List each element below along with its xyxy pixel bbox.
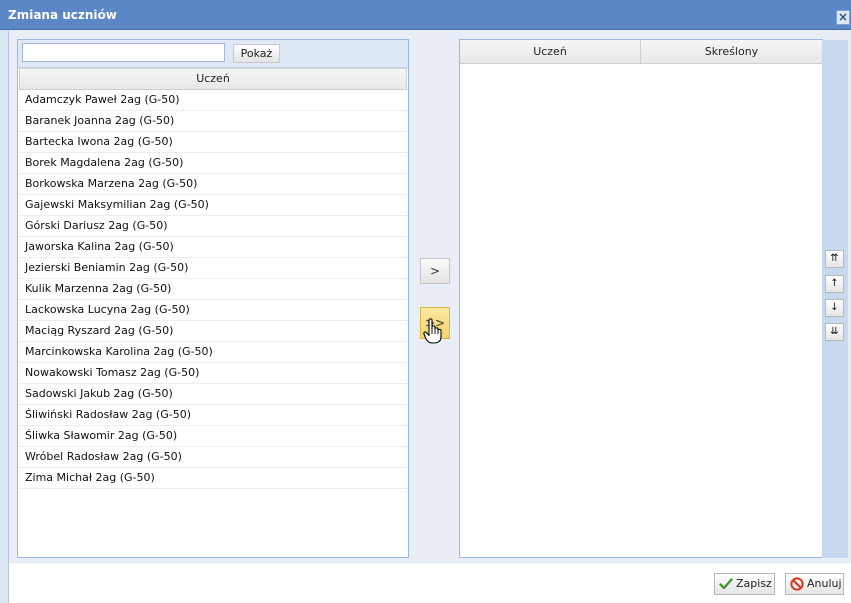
student-row[interactable]: Maciąg Ryszard 2ag (G-50) bbox=[19, 321, 407, 342]
student-row[interactable]: Zima Michał 2ag (G-50) bbox=[19, 468, 407, 489]
show-button[interactable]: Pokaż bbox=[233, 44, 280, 63]
selected-students-panel: Uczeń Skreślony bbox=[459, 39, 823, 558]
student-row[interactable]: Adamczyk Paweł 2ag (G-50) bbox=[19, 90, 407, 111]
student-list: Adamczyk Paweł 2ag (G-50) Baranek Joanna … bbox=[19, 90, 407, 489]
student-row[interactable]: Górski Dariusz 2ag (G-50) bbox=[19, 216, 407, 237]
student-row[interactable]: Bartecka Iwona 2ag (G-50) bbox=[19, 132, 407, 153]
hand-pointer-icon bbox=[423, 318, 442, 344]
move-selected-button[interactable]: > bbox=[420, 258, 450, 284]
student-row[interactable]: Sadowski Jakub 2ag (G-50) bbox=[19, 384, 407, 405]
checkmark-icon bbox=[719, 578, 733, 590]
window-title: Zmiana uczniów bbox=[8, 8, 117, 22]
move-up-button[interactable]: ↑ bbox=[825, 275, 844, 293]
double-arrow-down-icon: ⇊ bbox=[830, 326, 839, 337]
student-row[interactable]: Marcinkowska Karolina 2ag (G-50) bbox=[19, 342, 407, 363]
title-bar: Zmiana uczniów × bbox=[0, 0, 851, 30]
student-row[interactable]: Gajewski Maksymilian 2ag (G-50) bbox=[19, 195, 407, 216]
column-header-student[interactable]: Uczeń bbox=[460, 40, 641, 64]
search-input[interactable] bbox=[22, 43, 225, 62]
student-row[interactable]: Jezierski Beniamin 2ag (G-50) bbox=[19, 258, 407, 279]
search-toolbar: Pokaż bbox=[18, 40, 408, 68]
cancel-button[interactable]: Anuluj bbox=[785, 573, 844, 595]
column-header-removed[interactable]: Skreślony bbox=[641, 40, 822, 64]
student-row[interactable]: Nowakowski Tomasz 2ag (G-50) bbox=[19, 363, 407, 384]
window-edge bbox=[0, 30, 9, 603]
available-students-panel: Pokaż Uczeń Adamczyk Paweł 2ag (G-50) Bar… bbox=[17, 39, 409, 558]
arrow-up-icon: ↑ bbox=[830, 278, 839, 289]
no-entry-icon bbox=[790, 577, 804, 591]
column-header-student[interactable]: Uczeń bbox=[19, 68, 407, 90]
cancel-label: Anuluj bbox=[807, 577, 842, 590]
double-arrow-up-icon: ⇈ bbox=[830, 253, 839, 264]
student-row[interactable]: Borek Magdalena 2ag (G-50) bbox=[19, 153, 407, 174]
close-icon: × bbox=[837, 10, 849, 24]
save-label: Zapisz bbox=[736, 577, 772, 590]
close-button[interactable]: × bbox=[836, 10, 850, 25]
arrow-down-icon: ↓ bbox=[830, 302, 839, 313]
move-top-button[interactable]: ⇈ bbox=[825, 250, 844, 268]
student-row[interactable]: Lackowska Lucyna 2ag (G-50) bbox=[19, 300, 407, 321]
student-row[interactable]: Baranek Joanna 2ag (G-50) bbox=[19, 111, 407, 132]
student-row[interactable]: Borkowska Marzena 2ag (G-50) bbox=[19, 174, 407, 195]
student-row[interactable]: Śliwiński Radosław 2ag (G-50) bbox=[19, 405, 407, 426]
save-button[interactable]: Zapisz bbox=[714, 573, 775, 595]
move-down-button[interactable]: ↓ bbox=[825, 299, 844, 317]
student-row[interactable]: Kulik Marzenna 2ag (G-50) bbox=[19, 279, 407, 300]
student-row[interactable]: Jaworska Kalina 2ag (G-50) bbox=[19, 237, 407, 258]
student-row[interactable]: Śliwka Sławomir 2ag (G-50) bbox=[19, 426, 407, 447]
move-bottom-button[interactable]: ⇊ bbox=[825, 323, 844, 341]
student-row[interactable]: Wróbel Radosław 2ag (G-50) bbox=[19, 447, 407, 468]
